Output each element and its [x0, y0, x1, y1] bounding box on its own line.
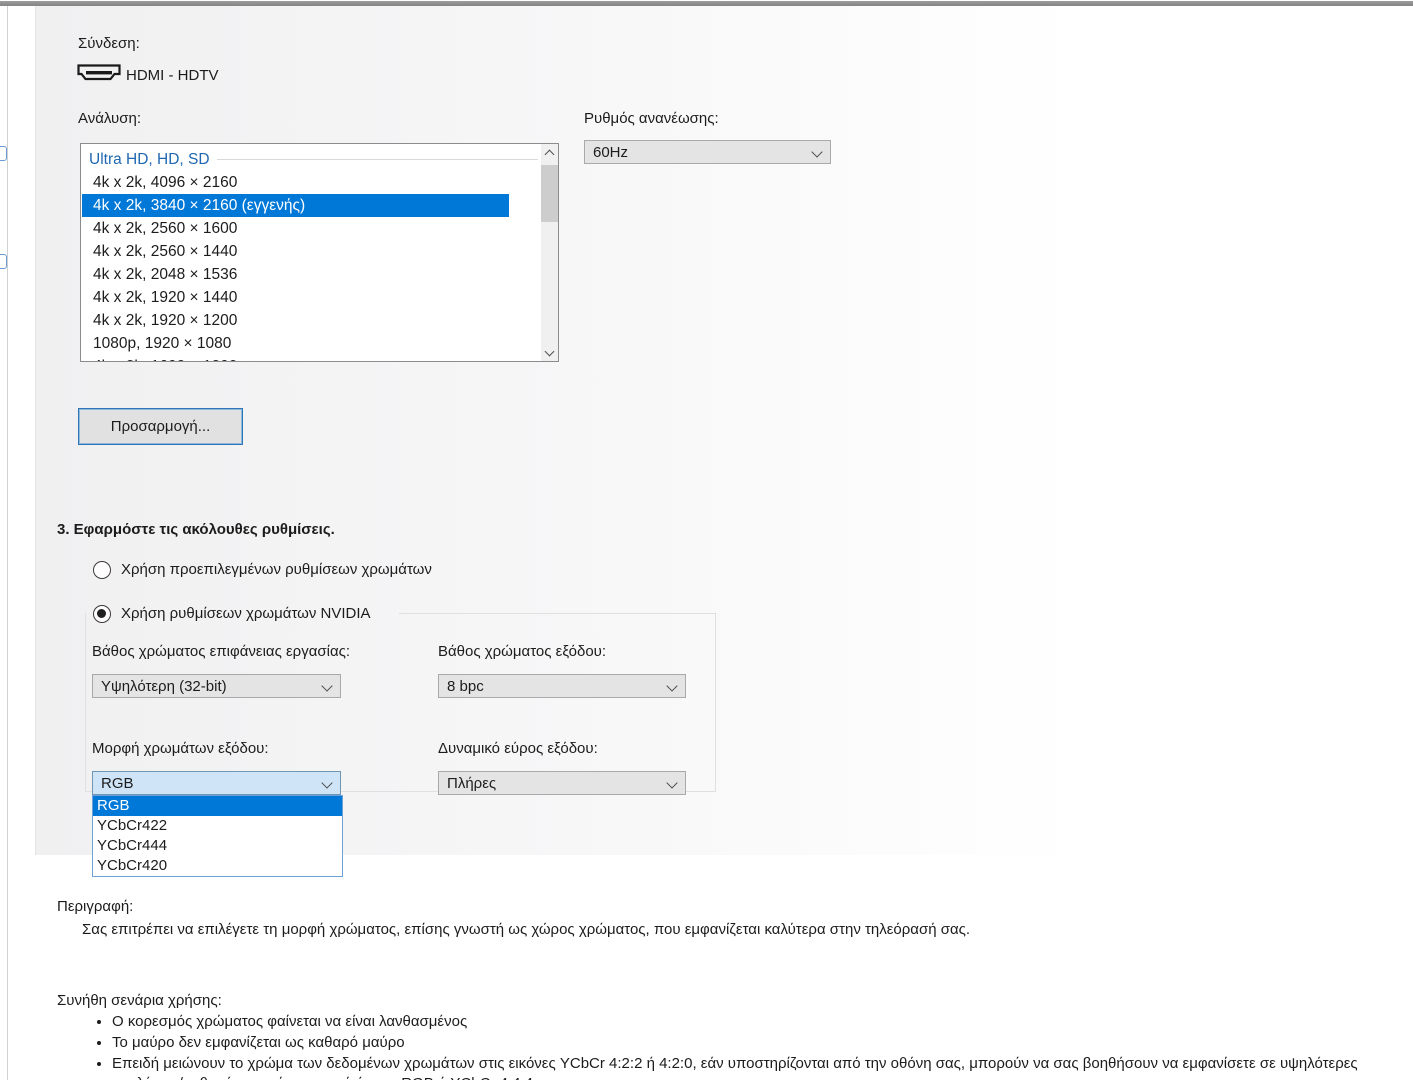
- apply-settings-heading: 3. Εφαρμόστε τις ακόλουθες ρυθμίσεις.: [57, 520, 335, 539]
- connection-value: HDMI - HDTV: [126, 66, 219, 85]
- chevron-down-icon: [666, 680, 677, 691]
- resolution-list-item[interactable]: 4k x 2k, 3840 × 2160 (εγγενής): [82, 194, 509, 217]
- scroll-down-icon[interactable]: [541, 344, 558, 361]
- resolution-list-item[interactable]: 4k x 2k, 2560 × 1440: [82, 240, 541, 263]
- chevron-down-icon: [321, 680, 332, 691]
- dropdown-option[interactable]: RGB: [93, 796, 342, 816]
- desktop-color-depth-value: Υψηλότερη (32-bit): [101, 678, 227, 695]
- desktop-color-depth-select[interactable]: Υψηλότερη (32-bit): [92, 674, 341, 698]
- left-panel-edge: [7, 6, 8, 1080]
- output-color-format-label: Μορφή χρωμάτων εξόδου:: [92, 739, 269, 758]
- nvidia-color-settings-group-border: [399, 613, 716, 614]
- chevron-down-icon: [321, 777, 332, 788]
- connection-label: Σύνδεση:: [78, 34, 140, 53]
- scrollbar-thumb[interactable]: [541, 165, 558, 222]
- clipped-tree-toggle-icon[interactable]: [0, 254, 7, 269]
- description-heading: Περιγραφή:: [57, 897, 133, 917]
- refresh-rate-select[interactable]: 60Hz: [584, 140, 831, 164]
- chevron-down-icon: [666, 777, 677, 788]
- desktop-color-depth-label: Βάθος χρώματος επιφάνειας εργασίας:: [92, 642, 350, 661]
- output-color-depth-value: 8 bpc: [447, 678, 484, 695]
- description-body: Σας επιτρέπει να επιλέγετε τη μορφή χρώμ…: [82, 920, 1402, 940]
- nvidia-color-settings-group: [85, 613, 716, 792]
- output-color-depth-select[interactable]: 8 bpc: [438, 674, 686, 698]
- hdmi-connector-icon: [75, 61, 123, 85]
- output-dynamic-range-select[interactable]: Πλήρες: [438, 771, 686, 795]
- radio-default-colors[interactable]: [93, 561, 111, 579]
- scenarios-heading: Συνήθη σενάρια χρήσης:: [57, 991, 222, 1011]
- resolution-list-item[interactable]: 4k x 2k, 1920 × 1200: [82, 309, 541, 332]
- resolution-list-item[interactable]: 4k x 2k, 2560 × 1600: [82, 217, 541, 240]
- nvidia-control-panel-page: Σύνδεση: HDMI - HDTV Ανάλυση: Ultra HD, …: [0, 0, 1413, 1080]
- resolution-list-scrollbar[interactable]: [541, 144, 558, 361]
- resolution-label: Ανάλυση:: [78, 109, 141, 128]
- radio-nvidia-colors[interactable]: [93, 605, 111, 623]
- customize-button[interactable]: Προσαρμογή...: [78, 408, 243, 445]
- dropdown-option[interactable]: YCbCr420: [93, 856, 342, 876]
- clipped-tree-toggle-icon[interactable]: [0, 146, 7, 161]
- radio-default-colors-label[interactable]: Χρήση προεπιλεγμένων ρυθμίσεων χρωμάτων: [121, 561, 432, 579]
- scenarios-list: Ο κορεσμός χρώματος φαίνεται να είναι λα…: [82, 1012, 1413, 1080]
- chevron-down-icon: [811, 146, 822, 157]
- resolution-list-item[interactable]: 4k x 2k, 4096 × 2160: [82, 171, 541, 194]
- refresh-rate-value: 60Hz: [593, 144, 628, 161]
- output-dynamic-range-value: Πλήρες: [447, 775, 496, 792]
- resolution-list-item[interactable]: 4k x 2k, 1920 × 1440: [82, 286, 541, 309]
- refresh-rate-label: Ρυθμός ανανέωσης:: [584, 109, 719, 128]
- resolution-list-item[interactable]: 1080p, 1920 × 1080: [82, 332, 541, 355]
- resolution-list-item[interactable]: 4k x 2k, 1600 × 1200: [82, 355, 541, 362]
- scroll-up-icon[interactable]: [541, 144, 558, 161]
- resolution-list-items: Ultra HD, HD, SD4k x 2k, 4096 × 21604k x…: [82, 148, 541, 362]
- resolution-list[interactable]: Ultra HD, HD, SD4k x 2k, 4096 × 21604k x…: [80, 143, 559, 362]
- scenario-bullet: Το μαύρο δεν εμφανίζεται ως καθαρό μαύρο: [112, 1033, 1413, 1053]
- output-color-format-select[interactable]: RGB: [92, 771, 341, 795]
- dropdown-option[interactable]: YCbCr444: [93, 836, 342, 856]
- scenario-bullet: Ο κορεσμός χρώματος φαίνεται να είναι λα…: [112, 1012, 1413, 1032]
- output-dynamic-range-label: Δυναμικό εύρος εξόδου:: [438, 739, 598, 758]
- scenario-bullet: Επειδή μειώνουν το χρώμα των δεδομένων χ…: [112, 1054, 1413, 1080]
- output-color-format-value: RGB: [101, 775, 134, 792]
- resolution-group-header: Ultra HD, HD, SD: [82, 148, 541, 171]
- dropdown-option[interactable]: YCbCr422: [93, 816, 342, 836]
- radio-nvidia-colors-label[interactable]: Χρήση ρυθμίσεων χρωμάτων NVIDIA: [121, 605, 371, 623]
- resolution-list-item[interactable]: 4k x 2k, 2048 × 1536: [82, 263, 541, 286]
- output-color-depth-label: Βάθος χρώματος εξόδου:: [438, 642, 606, 661]
- output-format-dropdown[interactable]: RGBYCbCr422YCbCr444YCbCr420: [92, 795, 343, 877]
